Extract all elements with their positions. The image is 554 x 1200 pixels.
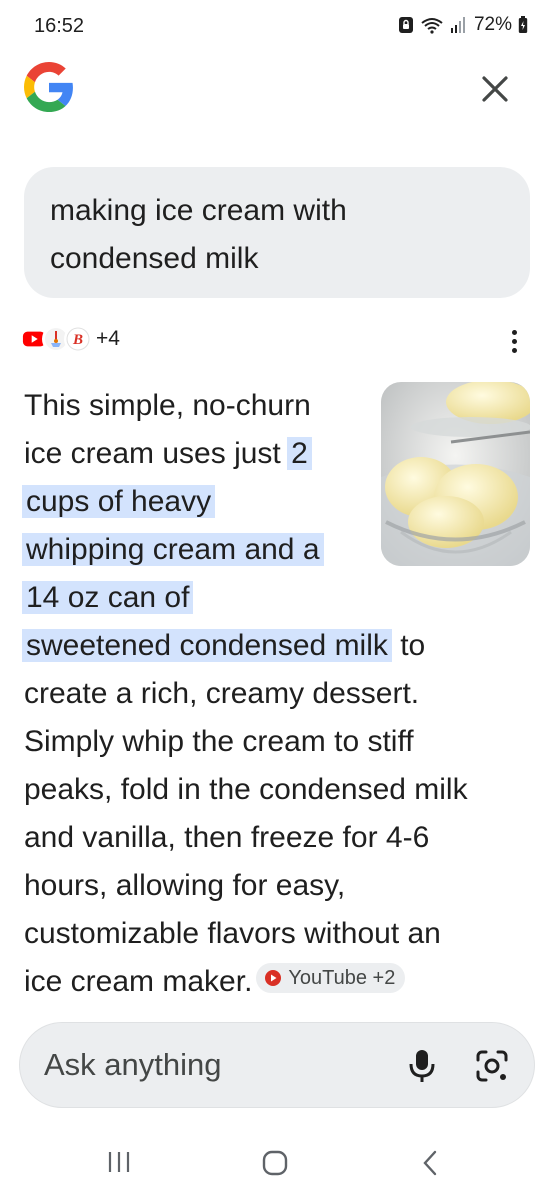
answer-line: and vanilla, then freeze for 4-6	[24, 821, 430, 854]
google-lens-icon[interactable]	[475, 1049, 509, 1083]
answer-line: Simply whip the cream to stiff	[24, 725, 414, 758]
answer-line: This simple, no-churn	[24, 389, 311, 422]
answer-line: hours, allowing for easy,	[24, 869, 346, 902]
sources-row[interactable]: B +4	[20, 322, 120, 356]
status-time: 16:52	[34, 15, 85, 37]
more-vert-icon[interactable]	[502, 326, 526, 356]
home-icon[interactable]	[262, 1150, 288, 1176]
answer-line: ice cream uses just 2	[24, 430, 524, 478]
recents-icon[interactable]	[106, 1150, 132, 1174]
answer-line: ice cream maker. YouTube +2	[24, 958, 524, 1006]
answer-line: whipping cream and a	[22, 526, 524, 574]
vpn-lock-icon	[398, 17, 413, 33]
source-chip-label: YouTube +2	[288, 967, 396, 989]
highlighted-text[interactable]: cups of heavy	[22, 485, 216, 518]
status-bar: 16:52 72%	[0, 0, 554, 54]
signal-icon	[450, 17, 465, 33]
highlighted-text[interactable]: 2	[287, 437, 312, 470]
close-icon[interactable]	[478, 72, 512, 106]
ask-bar	[19, 1022, 535, 1108]
highlighted-text[interactable]: whipping cream and a	[22, 533, 324, 566]
status-icons: 72%	[398, 14, 528, 36]
answer-line: customizable flavors without an	[24, 917, 441, 950]
youtube-source-chip[interactable]: YouTube +2	[256, 963, 406, 993]
system-nav-bar	[0, 1130, 554, 1200]
sources-more-count: +4	[96, 327, 120, 350]
answer-line: peaks, fold in the condensed milk	[24, 773, 468, 806]
back-icon[interactable]	[420, 1149, 440, 1177]
answer-line: sweetened condensed milk to	[22, 622, 524, 670]
query-bubble: making ice cream with condensed milk	[24, 167, 530, 298]
wifi-icon	[421, 18, 443, 34]
youtube-icon	[265, 970, 282, 986]
battery-percent: 72%	[473, 14, 512, 35]
answer-line: create a rich, creamy dessert.	[24, 677, 420, 710]
svg-text:B: B	[72, 332, 83, 348]
highlighted-text[interactable]: 14 oz can of	[22, 581, 194, 614]
mic-icon[interactable]	[405, 1048, 439, 1084]
highlighted-text[interactable]: sweetened condensed milk	[22, 629, 392, 662]
google-g-logo	[24, 62, 73, 112]
query-line-1: making ice cream with	[50, 194, 347, 227]
ask-input[interactable]	[44, 1045, 384, 1085]
battery-icon	[518, 16, 528, 33]
answer-line: cups of heavy	[22, 478, 524, 526]
answer-line: 14 oz can of	[22, 574, 524, 622]
blog-favicon-icon: B	[64, 325, 92, 353]
query-line-2: condensed milk	[50, 242, 259, 275]
ai-answer: This simple, no-churn ice cream uses jus…	[22, 382, 524, 1006]
